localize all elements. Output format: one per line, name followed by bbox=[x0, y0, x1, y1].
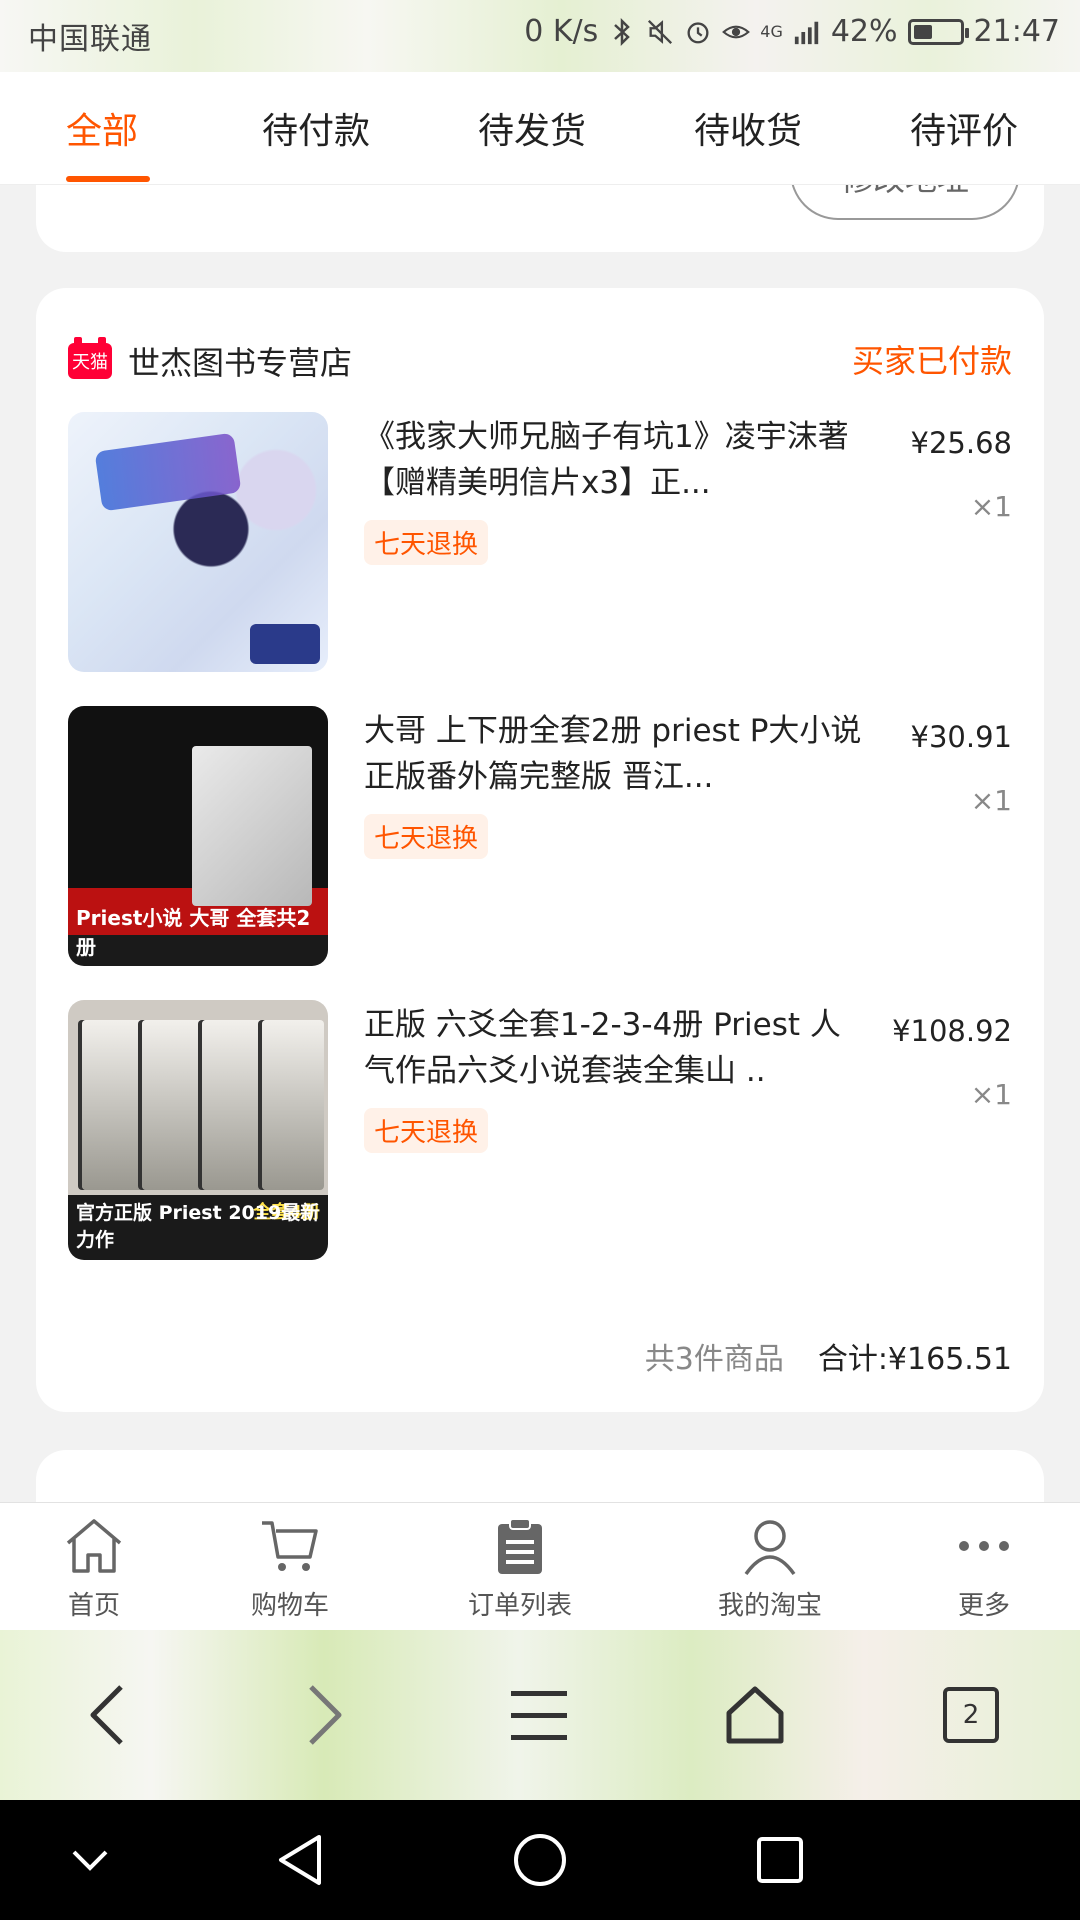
return-policy-tag: 七天退换 bbox=[364, 1108, 489, 1153]
product-image[interactable] bbox=[68, 412, 328, 672]
nav-cart-label: 购物车 bbox=[250, 1591, 329, 1621]
next-order-card[interactable] bbox=[36, 1450, 1044, 1502]
system-nav-bar bbox=[0, 1800, 1080, 1920]
nav-orders-label: 订单列表 bbox=[467, 1591, 572, 1621]
shop-header[interactable]: 天猫 世杰图书专营店 bbox=[68, 337, 352, 384]
shop-name[interactable]: 世杰图书专营店 bbox=[128, 338, 352, 384]
order-list-icon bbox=[430, 1513, 610, 1579]
product-image-caption: 官方正版 Priest 2019最新力作 bbox=[76, 1202, 320, 1251]
more-icon bbox=[894, 1513, 1074, 1579]
signal-icon bbox=[793, 18, 821, 46]
clock: 21:47 bbox=[973, 14, 1060, 49]
tabs-count: 2 bbox=[943, 1687, 999, 1743]
nav-more-label: 更多 bbox=[957, 1591, 1010, 1621]
product-image-caption: Priest小说 大哥 全套共2册 bbox=[76, 906, 311, 959]
nav-my-taobao-label: 我的淘宝 bbox=[717, 1591, 822, 1621]
back-triangle-icon bbox=[279, 1835, 321, 1885]
battery-percent: 42% bbox=[830, 14, 898, 49]
product-price: ¥108.92 bbox=[892, 1014, 1012, 1048]
nav-cart[interactable]: 购物车 bbox=[200, 1513, 380, 1622]
tab-pending-review[interactable]: 待评价 bbox=[910, 102, 1018, 154]
item-count: 共3件商品 bbox=[644, 1342, 784, 1377]
alarm-icon bbox=[684, 18, 712, 46]
tab-pending-receipt[interactable]: 待收货 bbox=[694, 102, 802, 154]
nav-home[interactable]: 首页 bbox=[4, 1513, 184, 1622]
home-icon bbox=[4, 1513, 184, 1579]
bluetooth-icon bbox=[608, 17, 636, 46]
product-image[interactable]: Priest小说 大哥 全套共2册 bbox=[68, 706, 328, 966]
order-item[interactable]: 全套4册 官方正版 Priest 2019最新力作 正版 六爻全套1-2-3-4… bbox=[68, 1000, 1012, 1260]
back-button[interactable] bbox=[62, 1670, 152, 1760]
nav-my-taobao[interactable]: 我的淘宝 bbox=[680, 1513, 860, 1622]
chevron-left-icon bbox=[90, 1685, 123, 1745]
product-image[interactable]: 全套4册 官方正版 Priest 2019最新力作 bbox=[68, 1000, 328, 1260]
network-type: 4G bbox=[760, 21, 783, 41]
order-tabs: 全部 待付款 待发货 待收货 待评价 bbox=[0, 72, 1080, 185]
order-summary: 共3件商品 合计:¥165.51 bbox=[645, 1334, 1012, 1378]
return-policy-tag: 七天退换 bbox=[364, 814, 489, 859]
user-icon bbox=[680, 1513, 860, 1579]
product-title[interactable]: 《我家大师兄脑子有坑1》凌宇沫著【赠精美明信片x3】正... bbox=[364, 414, 864, 506]
network-speed: 0 K/s bbox=[524, 14, 599, 49]
system-back-button[interactable] bbox=[270, 1830, 330, 1890]
recents-square-icon bbox=[757, 1837, 803, 1883]
product-quantity: ×1 bbox=[970, 784, 1012, 817]
nav-more[interactable]: 更多 bbox=[894, 1513, 1074, 1622]
tab-all[interactable]: 全部 bbox=[66, 102, 138, 154]
order-list[interactable]: 修改地址 天猫 世杰图书专营店 买家已付款 《我家大师兄脑子有坑1》凌宇沫著【赠… bbox=[0, 184, 1080, 1502]
product-price: ¥30.91 bbox=[910, 720, 1012, 754]
chevron-down-icon bbox=[72, 1850, 108, 1871]
menu-icon bbox=[511, 1691, 567, 1740]
status-indicators: 0 K/s 4G 42% 21:47 bbox=[524, 14, 1060, 49]
order-item[interactable]: 《我家大师兄脑子有坑1》凌宇沫著【赠精美明信片x3】正... 七天退换 ¥25.… bbox=[68, 412, 1012, 672]
browser-toolbar: 2 bbox=[0, 1630, 1080, 1800]
nav-orders[interactable]: 订单列表 bbox=[430, 1513, 610, 1622]
menu-button[interactable] bbox=[494, 1670, 584, 1760]
bottom-nav: 首页 购物车 订单列表 我的淘宝 更多 bbox=[0, 1502, 1080, 1631]
carrier-name: 中国联通 bbox=[28, 22, 152, 57]
product-quantity: ×1 bbox=[970, 490, 1012, 523]
forward-button[interactable] bbox=[280, 1670, 370, 1760]
battery-icon bbox=[907, 18, 969, 45]
eye-comfort-icon bbox=[722, 18, 751, 46]
product-title[interactable]: 大哥 上下册全套2册 priest P大小说正版番外篇完整版 晋江... bbox=[364, 708, 864, 800]
modify-address-button[interactable]: 修改地址 bbox=[790, 184, 1020, 220]
mute-icon bbox=[646, 18, 674, 46]
order-item[interactable]: Priest小说 大哥 全套共2册 大哥 上下册全套2册 priest P大小说… bbox=[68, 706, 1012, 966]
cart-icon bbox=[200, 1513, 380, 1579]
tmall-icon: 天猫 bbox=[68, 337, 112, 379]
product-quantity: ×1 bbox=[970, 1078, 1012, 1111]
product-title[interactable]: 正版 六爻全套1-2-3-4册 Priest 人气作品六爻小说套装全集山 .. bbox=[364, 1002, 864, 1094]
nav-home-label: 首页 bbox=[67, 1591, 120, 1621]
hide-nav-button[interactable] bbox=[60, 1830, 120, 1890]
tab-pending-payment[interactable]: 待付款 bbox=[262, 102, 370, 154]
previous-order-card: 修改地址 bbox=[36, 184, 1044, 252]
home-icon bbox=[726, 1686, 784, 1744]
active-tab-indicator bbox=[66, 176, 150, 182]
browser-home-button[interactable] bbox=[710, 1670, 800, 1760]
tabs-button[interactable]: 2 bbox=[926, 1670, 1016, 1760]
home-circle-icon bbox=[514, 1834, 566, 1886]
system-home-button[interactable] bbox=[510, 1830, 570, 1890]
status-bar: 中国联通 0 K/s 4G 42% 21:47 bbox=[0, 0, 1080, 72]
return-policy-tag: 七天退换 bbox=[364, 520, 489, 565]
order-card[interactable]: 天猫 世杰图书专营店 买家已付款 《我家大师兄脑子有坑1》凌宇沫著【赠精美明信片… bbox=[36, 288, 1044, 1412]
tab-pending-shipment[interactable]: 待发货 bbox=[478, 102, 586, 154]
product-price: ¥25.68 bbox=[910, 426, 1012, 460]
order-status: 买家已付款 bbox=[851, 342, 1012, 380]
system-recents-button[interactable] bbox=[750, 1830, 810, 1890]
order-total: 合计:¥165.51 bbox=[817, 1342, 1012, 1377]
chevron-right-icon bbox=[309, 1685, 342, 1745]
